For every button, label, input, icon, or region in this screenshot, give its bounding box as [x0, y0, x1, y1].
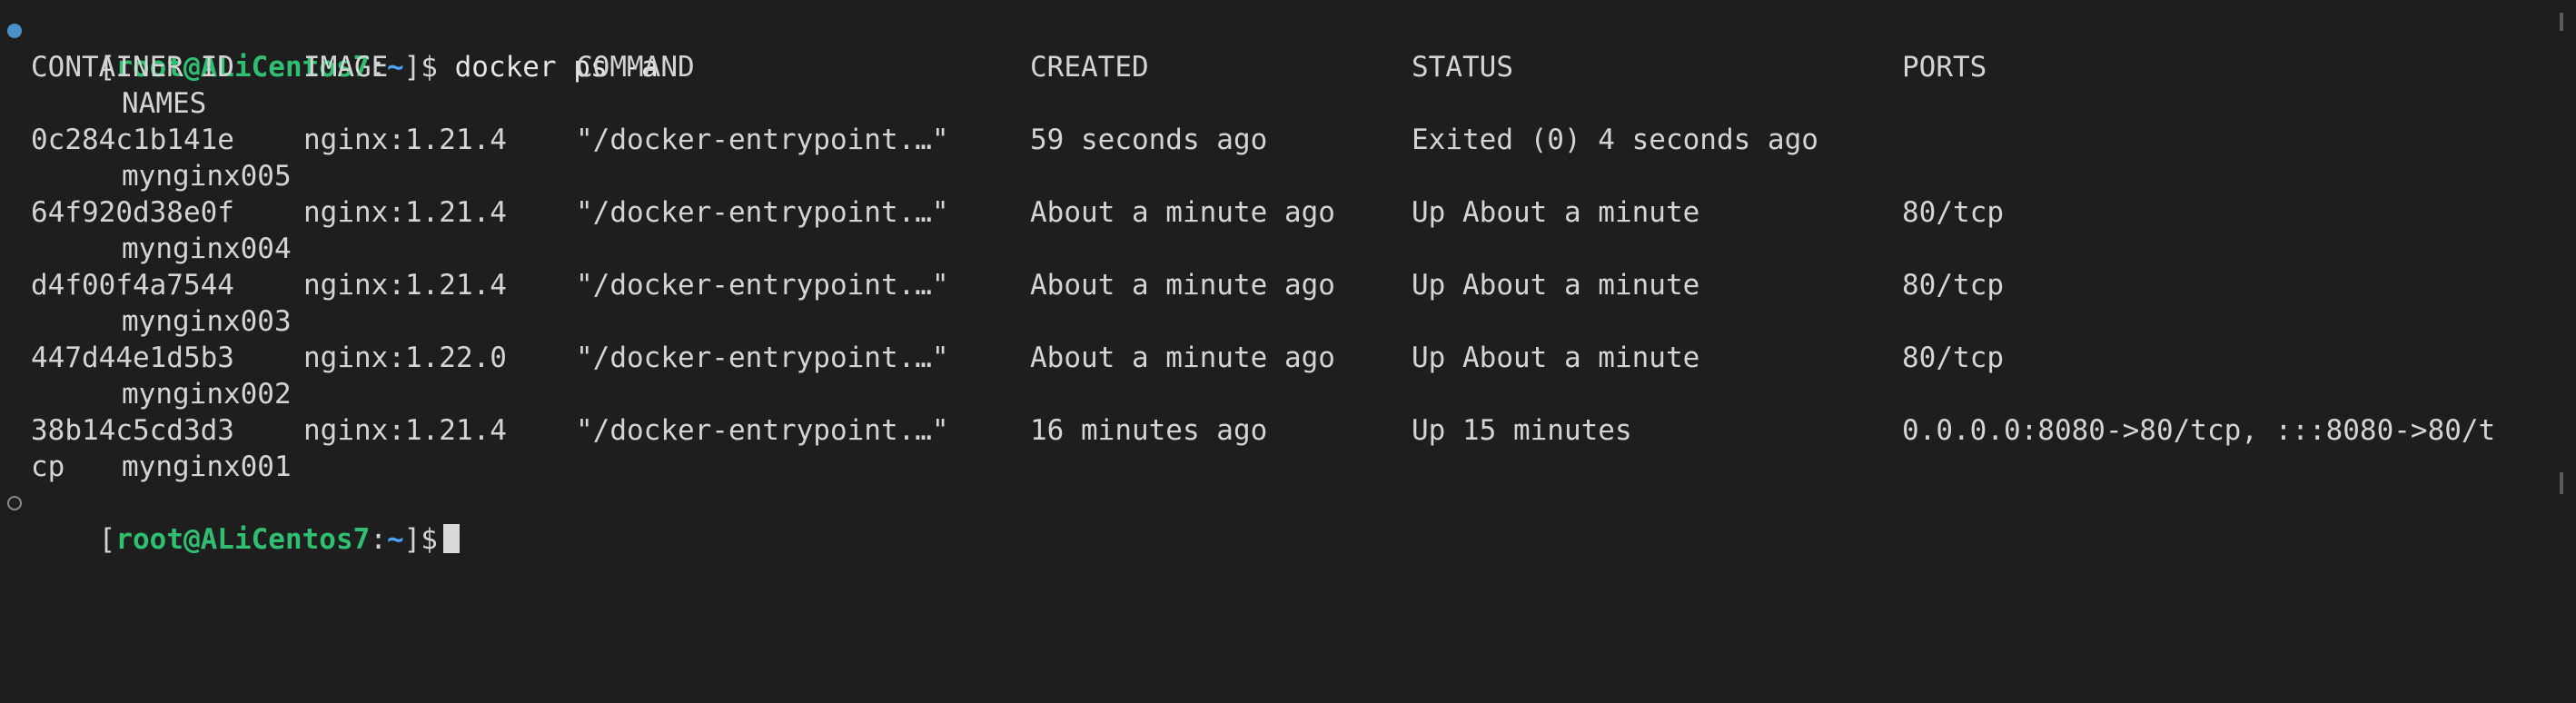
- table-row-names-line: mynginx003: [31, 303, 2547, 340]
- table-row-names-line: mynginx005: [31, 158, 2547, 194]
- cell-name: mynginx001: [122, 451, 292, 483]
- header-command: COMMAND: [576, 51, 695, 84]
- header-image: IMAGE: [303, 51, 389, 84]
- cell-image: nginx:1.21.4: [303, 196, 507, 229]
- cell-container-id: d4f00f4a7544: [31, 269, 234, 302]
- prompt-open-bracket: [: [98, 523, 116, 556]
- table-row-names-line: mynginx004: [31, 231, 2547, 267]
- table-row: 447d44e1d5b3 nginx:1.22.0 "/docker-entry…: [31, 340, 2547, 376]
- cell-ports: 0.0.0.0:8080->80/tcp, :::8080->80/t: [1902, 414, 2496, 447]
- cell-container-id: 38b14c5cd3d3: [31, 414, 234, 447]
- cell-image: nginx:1.21.4: [303, 269, 507, 302]
- cell-status: Exited (0) 4 seconds ago: [1412, 124, 1818, 156]
- cell-created: 16 minutes ago: [1030, 414, 1268, 447]
- header-names: NAMES: [122, 87, 207, 120]
- table-row: 64f920d38e0f nginx:1.21.4 "/docker-entry…: [31, 194, 2547, 231]
- cell-status: Up About a minute: [1412, 196, 1700, 229]
- table-header-names-line: NAMES: [31, 85, 206, 122]
- cell-ports: 80/tcp: [1902, 342, 2004, 374]
- table-row-names-line: mynginx002: [31, 376, 2547, 412]
- cell-container-id: 447d44e1d5b3: [31, 342, 234, 374]
- table-row: 38b14c5cd3d3 nginx:1.21.4 "/docker-entry…: [31, 412, 2547, 449]
- cell-created: About a minute ago: [1030, 342, 1335, 374]
- table-row: 0c284c1b141e nginx:1.21.4 "/docker-entry…: [31, 122, 2547, 158]
- header-status: STATUS: [1412, 51, 1513, 84]
- header-created: CREATED: [1030, 51, 1149, 84]
- prompt-user-host: root@ALiCentos7: [115, 523, 371, 556]
- cell-created: About a minute ago: [1030, 269, 1335, 302]
- prompt-separator: :: [370, 523, 387, 556]
- terminal-window[interactable]: [root@ALiCentos7:~]$ docker ps -a CONTAI…: [31, 13, 2547, 556]
- table-row-names-line: cp mynginx001: [31, 449, 2547, 485]
- cell-created: About a minute ago: [1030, 196, 1335, 229]
- cell-command: "/docker-entrypoint.…": [576, 342, 949, 374]
- command-pending-dot-icon[interactable]: [7, 496, 22, 510]
- cell-container-id: 0c284c1b141e: [31, 124, 234, 156]
- scroll-mark-top[interactable]: [2560, 13, 2563, 31]
- text-cursor: [442, 524, 460, 553]
- cell-command: "/docker-entrypoint.…": [576, 414, 949, 447]
- scroll-mark-bottom[interactable]: [2560, 472, 2563, 494]
- cell-container-id: 64f920d38e0f: [31, 196, 234, 229]
- cell-image: nginx:1.21.4: [303, 414, 507, 447]
- cell-status: Up 15 minutes: [1412, 414, 1632, 447]
- cell-status: Up About a minute: [1412, 342, 1700, 374]
- command-status-dot-icon[interactable]: [7, 24, 22, 38]
- cell-status: Up About a minute: [1412, 269, 1700, 302]
- table-row: d4f00f4a7544 nginx:1.21.4 "/docker-entry…: [31, 267, 2547, 303]
- prompt-path: ~: [386, 523, 404, 556]
- cell-name: mynginx004: [122, 233, 292, 265]
- prompt-line: [root@ALiCentos7:~]$ docker ps -a: [31, 13, 659, 84]
- cell-ports: 80/tcp: [1902, 196, 2004, 229]
- cell-ports: 80/tcp: [1902, 269, 2004, 302]
- cell-name: mynginx003: [122, 305, 292, 338]
- cell-image: nginx:1.21.4: [303, 124, 507, 156]
- cell-command: "/docker-entrypoint.…": [576, 124, 949, 156]
- cell-image: nginx:1.22.0: [303, 342, 507, 374]
- header-ports: PORTS: [1902, 51, 1987, 84]
- table-header: CONTAINER ID IMAGE COMMAND CREATED STATU…: [31, 49, 2547, 85]
- cell-ports-wrap: cp: [31, 451, 65, 483]
- cell-name: mynginx002: [122, 378, 292, 411]
- prompt-line-active[interactable]: [root@ALiCentos7:~]$: [31, 485, 460, 556]
- cell-created: 59 seconds ago: [1030, 124, 1268, 156]
- cell-name: mynginx005: [122, 160, 292, 193]
- cell-command: "/docker-entrypoint.…": [576, 196, 949, 229]
- cell-command: "/docker-entrypoint.…": [576, 269, 949, 302]
- prompt-close: ]$: [403, 523, 438, 556]
- header-container-id: CONTAINER ID: [31, 51, 234, 84]
